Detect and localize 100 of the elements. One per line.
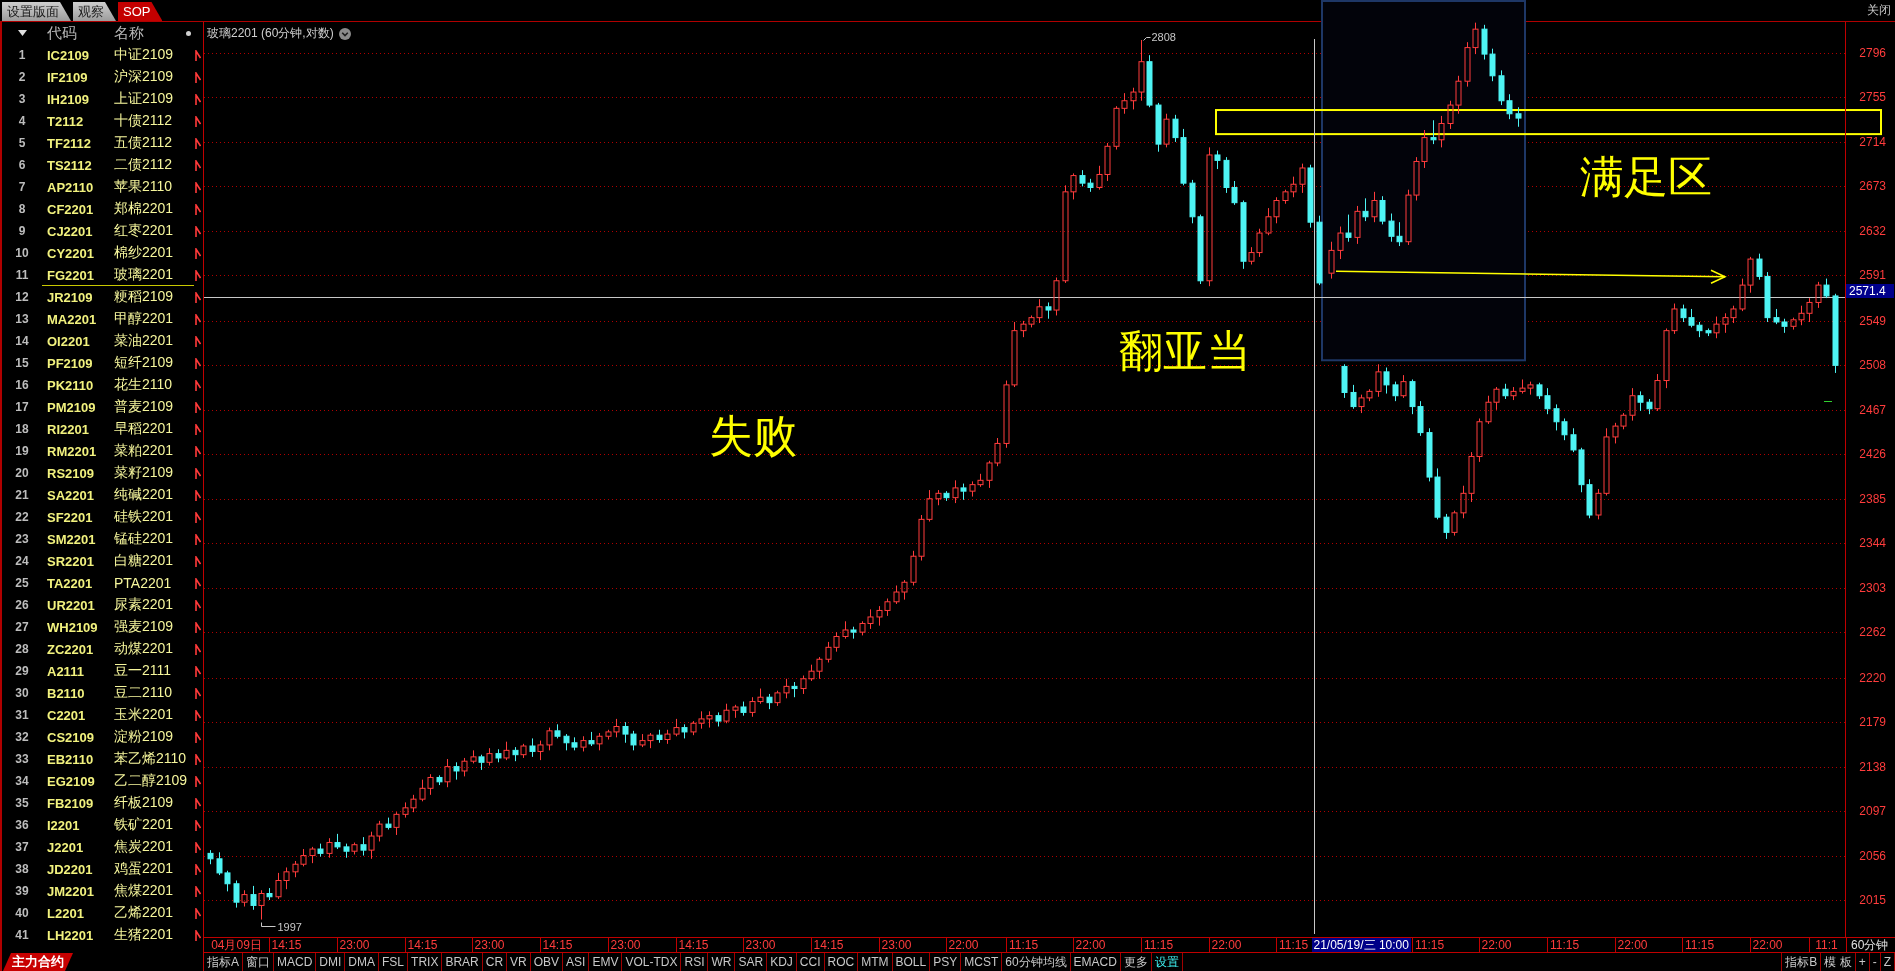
watchlist-row[interactable]: 4 T2112 十债2112 — [2, 110, 203, 132]
toolbar-button[interactable]: VOL-TDX — [622, 953, 682, 971]
watchlist-row[interactable]: 14 OI2201 菜油2201 — [2, 330, 203, 352]
marker-icon — [195, 621, 201, 633]
watchlist-row[interactable]: 35 FB2109 纤板2109 — [2, 792, 203, 814]
watchlist-row[interactable]: 32 CS2109 淀粉2109 — [2, 726, 203, 748]
toolbar-button[interactable]: KDJ — [767, 953, 797, 971]
contract-code: SA2201 — [47, 487, 94, 503]
toolbar-button[interactable]: 指标A — [204, 953, 243, 971]
filter-tab[interactable]: 主力合约 — [3, 953, 73, 971]
watchlist-row[interactable]: 37 J2201 焦炭2201 — [2, 836, 203, 858]
watchlist-row[interactable]: 6 TS2112 二债2112 — [2, 154, 203, 176]
tab[interactable]: SOP — [118, 2, 163, 21]
watchlist-row[interactable]: 36 I2201 铁矿2201 — [2, 814, 203, 836]
tab[interactable]: 观察 — [73, 2, 116, 21]
watchlist-row[interactable]: 33 EB2110 苯乙烯2110 — [2, 748, 203, 770]
toolbar-button[interactable]: ASI — [563, 953, 590, 971]
toolbar-button[interactable]: ROC — [824, 953, 859, 971]
time-label: 22:00 — [1075, 938, 1106, 952]
watchlist-row[interactable]: 2 IF2109 沪深2109 — [2, 66, 203, 88]
toolbar-button[interactable]: EMACD — [1070, 953, 1121, 971]
toolbar-button[interactable]: EMV — [589, 953, 623, 971]
watchlist-row[interactable]: 31 C2201 玉米2201 — [2, 704, 203, 726]
watchlist-row[interactable]: 19 RM2201 菜粕2201 — [2, 440, 203, 462]
watchlist-row[interactable]: 28 ZC2201 动煤2201 — [2, 638, 203, 660]
toolbar-button[interactable]: 设置 — [1151, 953, 1183, 971]
time-label: 23:00 — [339, 938, 370, 952]
watchlist-row[interactable]: 13 MA2201 甲醇2201 — [2, 308, 203, 330]
marker-icon — [195, 93, 201, 105]
toolbar-button[interactable]: VR — [507, 953, 531, 971]
toolbar-button[interactable]: TRIX — [408, 953, 443, 971]
contract-code: ZC2201 — [47, 641, 94, 657]
chevron-down-icon[interactable] — [338, 27, 351, 40]
toolbar-button[interactable]: PSY — [930, 953, 962, 971]
watchlist-row[interactable]: 41 LH2201 生猪2201 — [2, 924, 203, 946]
price-label: 2755 — [1859, 90, 1886, 105]
watchlist-row[interactable]: 23 SM2201 锰硅2201 — [2, 528, 203, 550]
watchlist-row[interactable]: 1 IC2109 中证2109 — [2, 44, 203, 66]
toolbar-button[interactable]: 模 板 — [1821, 953, 1856, 971]
contract-code: CY2201 — [47, 245, 94, 261]
candlestick — [1646, 398, 1653, 415]
column-header[interactable]: 名称 — [114, 23, 144, 43]
price-label: 2385 — [1859, 491, 1886, 506]
watchlist-row[interactable]: 16 PK2110 花生2110 — [2, 374, 203, 396]
toolbar-button[interactable]: MACD — [274, 953, 317, 971]
watchlist-row[interactable]: 26 UR2201 尿素2201 — [2, 594, 203, 616]
column-header[interactable]: 代码 — [42, 23, 77, 43]
toolbar-button[interactable]: Z — [1880, 953, 1895, 971]
price-label: 2262 — [1859, 625, 1886, 640]
contract-name: 红枣2201 — [114, 222, 174, 240]
toolbar-button[interactable]: RSI — [681, 953, 709, 971]
watchlist-row[interactable]: 11 FG2201 玻璃2201 — [2, 264, 203, 286]
price-label: 2673 — [1859, 179, 1886, 194]
candlestick — [207, 849, 214, 865]
toolbar-button[interactable]: CCI — [796, 953, 825, 971]
watchlist-row[interactable]: 15 PF2109 短纤2109 — [2, 352, 203, 374]
toolbar-button[interactable]: MTM — [858, 953, 893, 971]
toolbar-button[interactable]: 指标B — [1782, 953, 1822, 971]
watchlist-row[interactable]: 3 IH2109 上证2109 — [2, 88, 203, 110]
dot-icon[interactable] — [186, 30, 191, 36]
watchlist-row[interactable]: 5 TF2112 五债2112 — [2, 132, 203, 154]
toolbar-button[interactable]: 窗口 — [243, 953, 274, 971]
toolbar-button[interactable]: BRAR — [442, 953, 483, 971]
toolbar-button[interactable]: DMA — [345, 953, 380, 971]
marker-icon — [195, 291, 201, 303]
watchlist-row[interactable]: 29 A2111 豆一2111 — [2, 660, 203, 682]
contract-name: 动煤2201 — [114, 640, 174, 658]
watchlist-row[interactable]: 27 WH2109 强麦2109 — [2, 616, 203, 638]
watchlist-row[interactable]: 8 CF2201 郑棉2201 — [2, 198, 203, 220]
toolbar-button[interactable]: WR — [708, 953, 736, 971]
watchlist-row[interactable]: 18 RI2201 早稻2201 — [2, 418, 203, 440]
watchlist-row[interactable]: 9 CJ2201 红枣2201 — [2, 220, 203, 242]
toolbar-button[interactable]: FSL — [379, 953, 409, 971]
watchlist-row[interactable]: 25 TA2201 PTA2201 — [2, 572, 203, 594]
toolbar-button[interactable]: BOLL — [892, 953, 931, 971]
watchlist-row[interactable]: 12 JR2109 粳稻2109 — [2, 286, 203, 308]
watchlist-row[interactable]: 40 L2201 乙烯2201 — [2, 902, 203, 924]
caret-down-icon[interactable] — [17, 30, 27, 36]
watchlist-row[interactable]: 21 SA2201 纯碱2201 — [2, 484, 203, 506]
toolbar-button[interactable]: MCST — [961, 953, 1003, 971]
watchlist-row[interactable]: 24 SR2201 白糖2201 — [2, 550, 203, 572]
watchlist-row[interactable]: 39 JM2201 焦煤2201 — [2, 880, 203, 902]
close-button[interactable]: 关闭 — [1863, 0, 1895, 21]
watchlist-row[interactable]: 22 SF2201 硅铁2201 — [2, 506, 203, 528]
toolbar-button[interactable]: OBV — [530, 953, 564, 971]
watchlist-row[interactable]: 7 AP2110 苹果2110 — [2, 176, 203, 198]
toolbar-button[interactable]: + — [1855, 953, 1870, 971]
toolbar-button[interactable]: 更多 — [1120, 953, 1152, 971]
tab[interactable]: 设置版面 — [2, 2, 71, 21]
toolbar-button[interactable]: SAR — [735, 953, 768, 971]
toolbar-button[interactable]: - — [1869, 953, 1881, 971]
toolbar-button[interactable]: CR — [482, 953, 508, 971]
watchlist-row[interactable]: 38 JD2201 鸡蛋2201 — [2, 858, 203, 880]
toolbar-button[interactable]: 60分钟均线 — [1002, 953, 1071, 971]
toolbar-button[interactable]: DMI — [316, 953, 346, 971]
watchlist-row[interactable]: 20 RS2109 菜籽2109 — [2, 462, 203, 484]
watchlist-row[interactable]: 30 B2110 豆二2110 — [2, 682, 203, 704]
watchlist-row[interactable]: 34 EG2109 乙二醇2109 — [2, 770, 203, 792]
watchlist-row[interactable]: 17 PM2109 普麦2109 — [2, 396, 203, 418]
watchlist-row[interactable]: 10 CY2201 棉纱2201 — [2, 242, 203, 264]
